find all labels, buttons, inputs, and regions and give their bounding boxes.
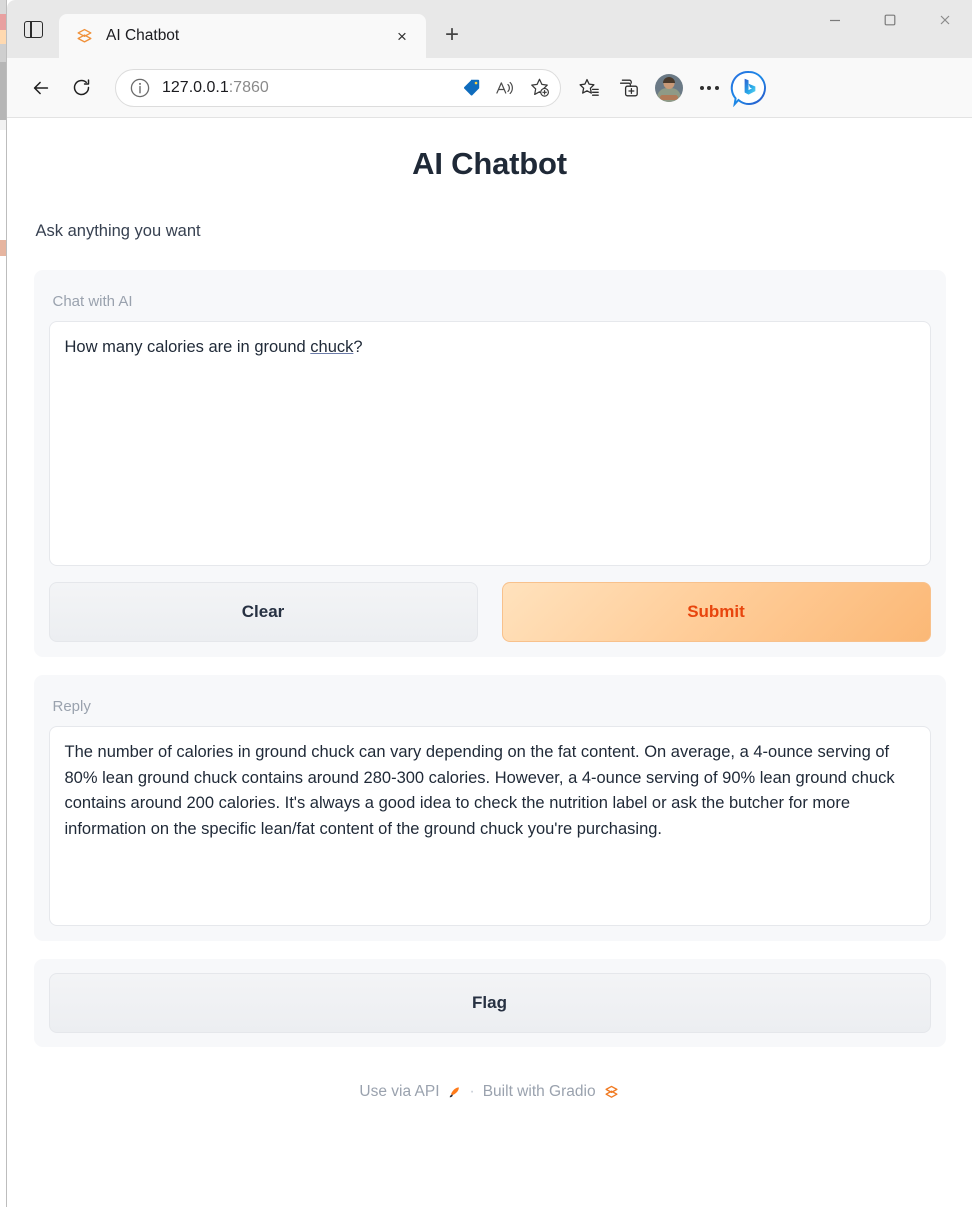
browser-tab-ai-chatbot[interactable]: AI Chatbot × — [59, 14, 426, 58]
add-favorite-icon — [530, 78, 549, 97]
ellipsis-menu-icon — [699, 85, 719, 90]
tab-close-icon[interactable]: × — [388, 22, 416, 50]
use-via-api-link[interactable]: Use via API — [359, 1083, 461, 1101]
back-arrow-icon — [33, 81, 49, 94]
browser-tab-strip: AI Chatbot × + — [7, 0, 972, 58]
clear-button[interactable]: Clear — [48, 582, 478, 642]
bing-copilot-icon — [730, 70, 766, 107]
avatar-hair — [663, 76, 675, 83]
action-button-row: Clear Submit — [48, 582, 931, 642]
collections-button[interactable] — [609, 68, 649, 108]
page-subtitle: Ask anything you want — [35, 222, 201, 240]
url-host: 127.0.0.1 — [162, 78, 229, 96]
built-with-gradio-link[interactable]: Built with Gradio — [483, 1083, 620, 1101]
browser-window: AI Chatbot × + 127.0.0.1:7860 AI Chatbot… — [7, 0, 972, 1207]
chat-input-textarea[interactable]: How many calories are in ground chuck? — [48, 321, 931, 566]
chat-input-text-after: ? — [353, 338, 363, 356]
gradio-logo-icon — [605, 1085, 618, 1098]
input-panel: Chat with AI How many calories are in gr… — [33, 270, 946, 657]
chat-input-text-before: How many calories are in ground — [64, 338, 311, 356]
read-aloud-button[interactable] — [488, 72, 522, 104]
submit-button[interactable]: Submit — [501, 582, 931, 642]
reply-output-label: Reply — [52, 698, 91, 715]
new-tab-button[interactable]: + — [432, 15, 472, 55]
footer-separator: · — [469, 1083, 475, 1100]
reply-output-text[interactable]: The number of calories in ground chuck c… — [48, 726, 931, 926]
built-with-gradio-label: Built with Gradio — [482, 1083, 596, 1100]
copilot-button[interactable] — [729, 68, 769, 108]
rocket-icon — [449, 1086, 459, 1097]
more-options-button[interactable] — [689, 68, 729, 108]
chat-input-spellcheck-word: chuck — [310, 338, 354, 356]
avatar-arms — [660, 94, 678, 100]
add-favorite-button[interactable] — [522, 72, 556, 104]
browser-toolbar: 127.0.0.1:7860 — [7, 58, 972, 118]
gradio-app-container: AI Chatbot Ask anything you want Chat wi… — [33, 118, 946, 1101]
page-title: AI Chatbot — [412, 146, 567, 181]
favorites-button[interactable] — [569, 68, 609, 108]
back-button[interactable] — [21, 68, 61, 108]
split-screen-icon — [23, 20, 43, 38]
address-bar-actions — [454, 72, 556, 104]
url-port: :7860 — [228, 78, 269, 96]
gradio-footer: Use via API · Built with Gradio — [34, 1083, 946, 1101]
address-bar-url[interactable]: 127.0.0.1:7860 — [162, 79, 454, 97]
chat-input-label: Chat with AI — [52, 293, 133, 310]
browser-tab-title: AI Chatbot — [106, 27, 180, 44]
shopping-tag-icon — [463, 79, 479, 96]
address-bar[interactable]: 127.0.0.1:7860 — [115, 68, 561, 107]
output-panel: Reply The number of calories in ground c… — [33, 675, 946, 941]
read-aloud-icon — [496, 81, 513, 94]
window-close-button[interactable] — [917, 0, 972, 40]
window-controls — [807, 0, 972, 58]
web-page-content: AI Chatbot Ask anything you want Chat wi… — [7, 118, 972, 1207]
refresh-button[interactable] — [61, 68, 101, 108]
window-maximize-button[interactable] — [862, 0, 917, 40]
flag-panel: Flag — [33, 959, 946, 1047]
favorites-list-icon — [579, 78, 599, 96]
use-via-api-label: Use via API — [359, 1083, 440, 1100]
site-info-icon[interactable] — [128, 76, 152, 100]
shopping-button[interactable] — [454, 72, 488, 104]
profile-button[interactable] — [649, 68, 689, 108]
gradio-logo-icon — [77, 28, 92, 43]
collections-add-icon — [619, 79, 638, 96]
flag-button[interactable]: Flag — [48, 973, 931, 1033]
window-minimize-button[interactable] — [807, 0, 862, 40]
refresh-icon — [73, 79, 89, 96]
profile-avatar — [655, 73, 683, 102]
split-screen-button[interactable] — [7, 0, 59, 58]
